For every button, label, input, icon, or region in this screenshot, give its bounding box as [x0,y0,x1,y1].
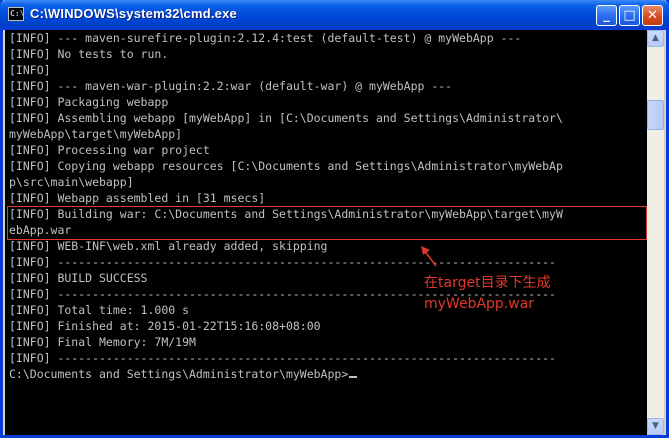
console-line: [INFO] ---------------------------------… [9,255,556,269]
annotation-line: myWebApp.war [424,296,535,312]
console-line: p\src\main\webapp] [9,175,134,189]
console-line: [INFO] Final Memory: 7M/19M [9,335,196,349]
scroll-up-button[interactable]: ▲ [647,30,664,47]
console-line: myWebApp\target\myWebApp] [9,127,183,141]
annotation-line: 在target目录下生成 [424,275,551,291]
command-prompt: C:\Documents and Settings\Administrator\… [9,367,349,381]
console-line: [INFO] BUILD SUCCESS [9,271,148,285]
text-cursor [349,376,358,378]
cmd-window: C:\ C:\WINDOWS\system32\cmd.exe _ □ ✕ [I… [0,0,669,438]
window-title: C:\WINDOWS\system32\cmd.exe [30,6,237,21]
maximize-button[interactable]: □ [619,5,640,26]
console-output[interactable]: [INFO] --- maven-surefire-plugin:2.12.4:… [5,30,647,435]
console-line: [INFO] Packaging webapp [9,95,169,109]
console-line: [INFO] Processing war project [9,143,210,157]
console-line: [INFO] ---------------------------------… [9,351,556,365]
console-line: [INFO] WEB-INF\web.xml already added, sk… [9,239,328,253]
close-button[interactable]: ✕ [642,5,663,26]
console-line: [INFO] --- maven-war-plugin:2.2:war (def… [9,79,453,93]
console-line: [INFO] Copying webapp resources [C:\Docu… [9,159,563,173]
console-line: [INFO] Finished at: 2015-01-22T15:16:08+… [9,319,321,333]
console-app-icon[interactable]: C:\ [8,7,24,21]
minimize-button[interactable]: _ [596,5,617,26]
title-bar[interactable]: C:\ C:\WINDOWS\system32\cmd.exe _ □ ✕ [0,0,669,30]
console-line: [INFO] Webapp assembled in [31 msecs] [9,191,266,205]
scroll-thumb[interactable] [647,100,664,130]
annotation-note: 在target目录下生成 myWebApp.war [424,273,551,315]
command-prompt-line[interactable]: C:\Documents and Settings\Administrator\… [9,366,358,382]
console-line: [INFO] --- maven-surefire-plugin:2.12.4:… [9,31,522,45]
console-line: [INFO] Total time: 1.000 s [9,303,190,317]
console-line: [INFO] No tests to run. [9,47,169,61]
console-line: [INFO] Assembling webapp [myWebApp] in [… [9,111,563,125]
console-line: [INFO] [9,63,51,77]
highlight-box [7,206,647,240]
scroll-down-button[interactable]: ▼ [647,418,664,435]
vertical-scrollbar[interactable]: ▲ ▼ [647,30,664,435]
